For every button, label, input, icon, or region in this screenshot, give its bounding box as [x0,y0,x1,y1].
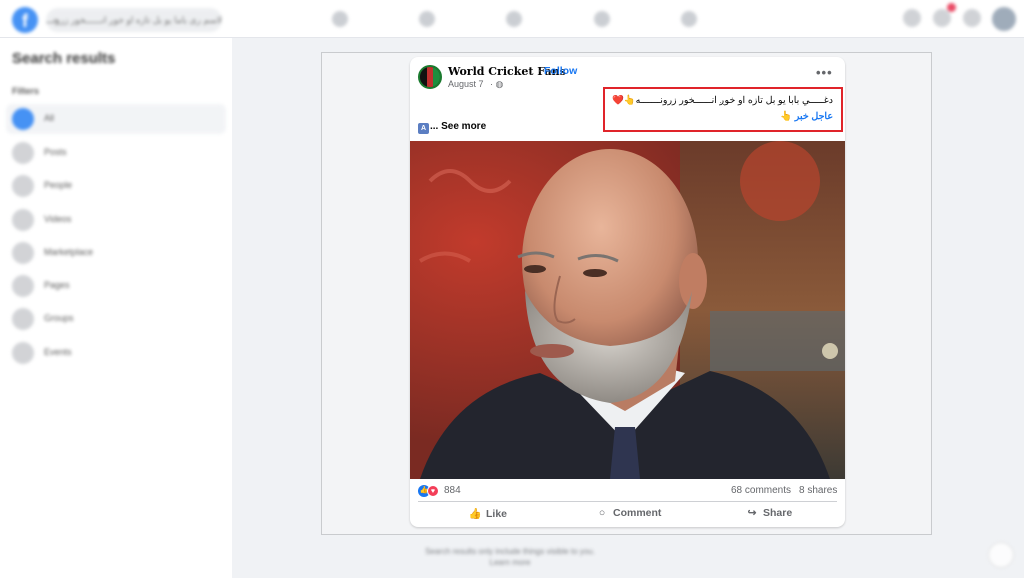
sidebar-item-videos[interactable]: Videos [6,205,226,235]
gaming-icon[interactable] [681,11,697,27]
top-navigation-bar: f ⌕ لاسم ری باما یو بل تازه او خوږ انـــ… [0,0,1024,38]
people-icon [12,175,34,197]
search-filters-sidebar: Search results Filters All Posts People … [0,38,232,578]
learn-more-link[interactable]: Learn more [390,557,630,568]
marketplace-icon[interactable] [506,11,522,27]
follow-button[interactable]: Follow [544,65,577,77]
search-footer-note: Search results only include things visib… [390,546,630,568]
all-results-icon [12,108,34,130]
events-icon [12,342,34,364]
reactions-icons[interactable]: 👍 ♥ [418,485,442,497]
sidebar-item-pages[interactable]: Pages [6,271,226,301]
post-text-highlight-box: دغـــــي بابا يو بل تازه او خوږ انــــــ… [603,87,843,132]
sidebar-item-events[interactable]: Events [6,338,226,368]
public-globe-icon: · ◍ [490,79,504,89]
share-button[interactable]: ↪ Share [745,507,793,523]
marketplace-icon [12,242,34,264]
sidebar-item-label: Marketplace [44,247,94,257]
comment-bubble-icon: ○ [598,507,606,519]
like-label: Like [486,508,508,520]
sidebar-item-label: Groups [44,313,74,323]
post-date-link[interactable]: August 7 [448,79,484,89]
comment-button[interactable]: ○ Comment [595,507,662,523]
reactions-count[interactable]: 884 [444,485,461,496]
sidebar-item-posts[interactable]: Posts [6,138,226,168]
messenger-icon[interactable] [933,9,951,27]
date-separator: · [490,79,493,89]
translate-icon: A [418,123,429,134]
facebook-logo-icon[interactable]: f [12,7,38,33]
post-card: World Cricket Fans · Follow August 7 · ◍… [410,57,845,527]
like-button[interactable]: 👍 Like [468,507,507,523]
sidebar-item-all[interactable]: All [6,104,226,134]
portrait-image [410,141,845,479]
post-photo[interactable] [410,141,845,479]
thumbs-up-icon: 👍 [468,508,482,520]
post-text-line: دغـــــي بابا يو بل تازه او خوږ انــــــ… [611,95,833,106]
page-avatar[interactable] [418,65,442,89]
videos-icon [12,209,34,231]
menu-grid-icon[interactable] [903,9,921,27]
groups-icon[interactable] [594,11,610,27]
home-icon[interactable] [332,11,348,27]
sidebar-item-people[interactable]: People [6,171,226,201]
comment-label: Comment [613,507,662,519]
sidebar-item-groups[interactable]: Groups [6,304,226,334]
sidebar-item-label: People [44,180,73,190]
see-more-link[interactable]: ... See more [430,121,486,132]
notifications-bell-icon[interactable] [963,9,981,27]
groups-icon [12,308,34,330]
hashtag-link[interactable]: عاجل خبر 👆 [780,111,833,122]
notification-badge [947,3,956,12]
search-icon: ⌕ [54,15,60,25]
share-label: Share [763,507,793,519]
shares-count-link[interactable]: 8 shares [799,485,837,496]
account-avatar[interactable] [992,7,1016,31]
love-reaction-icon: ♥ [427,485,439,497]
share-arrow-icon: ↪ [747,507,757,519]
sidebar-item-marketplace[interactable]: Marketplace [6,238,226,268]
sidebar-item-label: Posts [44,147,67,157]
watch-icon[interactable] [419,11,435,27]
posts-icon [12,142,34,164]
pages-icon [12,275,34,297]
actions-divider [418,501,837,502]
filters-heading: Filters [12,86,40,96]
search-input-value: لاسم ری باما یو بل تازه او خوږ انــــــخ… [46,15,222,25]
comments-count-link[interactable]: 68 comments [731,485,791,496]
sidebar-item-label: Events [44,347,72,357]
search-input[interactable]: ⌕ لاسم ری باما یو بل تازه او خوږ انـــــ… [46,8,222,32]
new-message-button[interactable] [988,542,1014,568]
sidebar-item-label: Pages [44,280,70,290]
sidebar-item-label: All [44,113,55,123]
sidebar-title: Search results [12,50,116,67]
footer-line: Search results only include things visib… [425,547,595,556]
sidebar-item-label: Videos [44,214,72,224]
more-options-button[interactable]: ••• [816,65,833,80]
separator-dot: · [538,65,542,77]
